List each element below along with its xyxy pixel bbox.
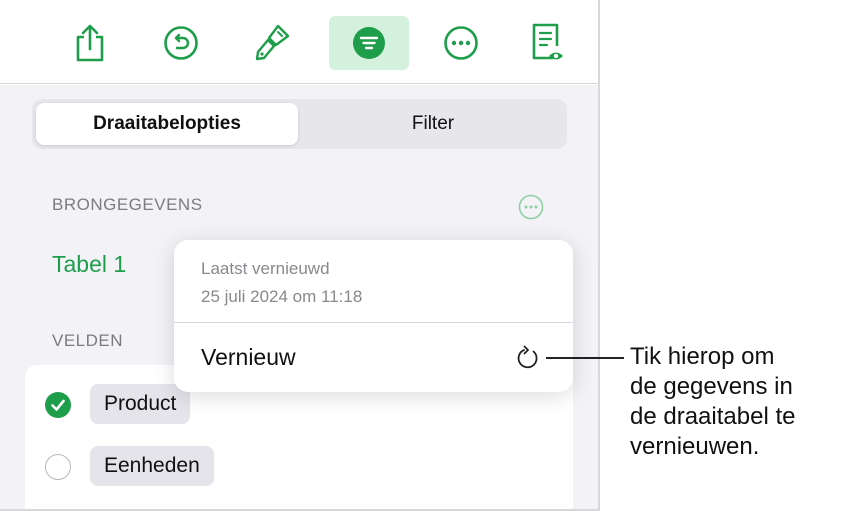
document-view-icon [532,23,563,60]
refresh-button[interactable]: Vernieuw [201,344,296,371]
callout-line-3: de draaitabel te [630,403,796,430]
toolbar [0,0,598,84]
field-chip-product[interactable]: Product [90,384,191,424]
filter-icon [353,27,385,59]
field-checkbox-checked[interactable] [45,392,71,418]
tab-filter[interactable]: Filter [302,103,564,145]
more-button[interactable] [421,16,501,70]
callout-text: Tik hierop om de gegevens in de draaitab… [630,342,845,462]
organize-button[interactable] [329,16,409,70]
last-refreshed-label: Laatst vernieuwd [201,259,330,278]
list-item[interactable]: Eenheden [25,437,573,499]
ellipsis-icon [444,26,478,60]
last-refreshed-date: 25 juli 2024 om 11:18 [201,287,363,306]
undo-button[interactable] [141,16,221,70]
tab-pivot-options[interactable]: Draaitabelopties [36,103,298,145]
fields-label: VELDEN [52,331,124,350]
format-button[interactable] [233,16,313,70]
checkmark-icon [51,399,65,411]
undo-icon [164,26,198,60]
popover-divider [174,322,573,323]
source-options-icon[interactable] [518,194,544,220]
callout-line-4: vernieuwen. [630,433,760,460]
field-checkbox-unchecked[interactable] [45,454,71,480]
callout-line-1: Tik hierop om [630,343,775,370]
callout-line [546,357,624,359]
share-button[interactable] [50,16,130,70]
field-chip-eenheden[interactable]: Eenheden [90,446,214,486]
refresh-popover: Laatst vernieuwd 25 juli 2024 om 11:18 V… [174,240,573,392]
paintbrush-icon [255,24,290,61]
sidebar-panel: Draaitabelopties Filter BRONGEGEVENS Tab… [0,0,600,511]
refresh-icon[interactable] [515,345,541,371]
document-button[interactable] [508,16,588,70]
segmented-control: Draaitabelopties Filter [32,99,567,149]
share-icon [76,24,104,62]
callout-line-2: de gegevens in [630,373,793,400]
source-table-link[interactable]: Tabel 1 [52,251,126,278]
source-data-label: BRONGEGEVENS [52,195,203,214]
